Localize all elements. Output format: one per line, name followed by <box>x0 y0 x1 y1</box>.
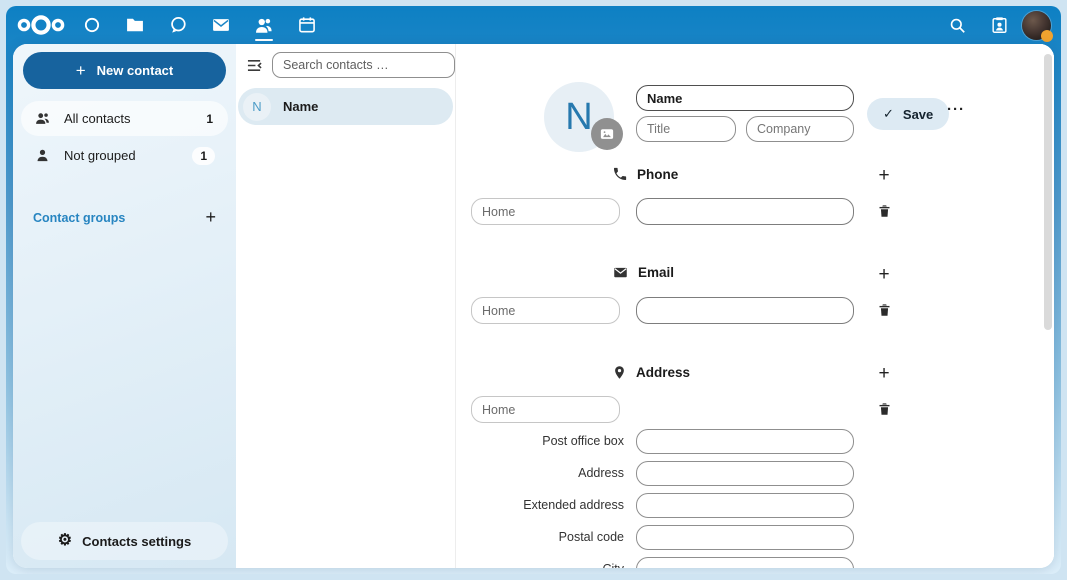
talk-bubble-icon <box>168 15 188 35</box>
address-type-select[interactable] <box>471 396 620 423</box>
contact-count-badge: 1 <box>192 147 215 165</box>
contacts-people-icon <box>253 15 274 36</box>
contacts-app-window: + New contact All contacts 1 <box>13 44 1054 568</box>
contacts-menu-icon <box>990 16 1009 35</box>
folder-icon <box>125 15 145 35</box>
address-input[interactable] <box>636 461 854 486</box>
check-icon: ✓ <box>883 106 894 122</box>
unified-search-button[interactable] <box>936 6 978 44</box>
mail-icon <box>211 15 231 35</box>
plus-icon: + <box>76 61 86 81</box>
app-icon-talk[interactable] <box>156 6 199 44</box>
top-bar-right <box>936 6 1051 44</box>
top-bar <box>6 6 1061 44</box>
add-group-button[interactable]: + <box>205 207 216 228</box>
contact-name-input[interactable] <box>636 85 854 111</box>
sidebar-item-all-contacts[interactable]: All contacts 1 <box>21 101 228 136</box>
contacts-settings-label: Contacts settings <box>82 534 191 549</box>
sidebar-item-not-grouped[interactable]: Not grouped 1 <box>21 138 228 173</box>
sidebar-item-label: Not grouped <box>64 148 136 163</box>
gear-icon: ⚙ <box>58 533 72 549</box>
more-actions-button[interactable]: ··· <box>943 96 969 122</box>
app-icon-files[interactable] <box>113 6 156 44</box>
add-address-button[interactable]: + <box>873 363 895 385</box>
postal-code-label: Postal code <box>456 530 624 544</box>
contact-name: Name <box>283 99 318 114</box>
search-icon <box>948 16 967 35</box>
active-app-indicator <box>255 39 273 42</box>
new-contact-label: New contact <box>97 63 174 78</box>
contact-count: 1 <box>206 112 215 126</box>
delete-phone-button[interactable] <box>874 201 894 221</box>
sidebar-item-label: All contacts <box>64 111 130 126</box>
calendar-icon <box>297 15 317 35</box>
save-label: Save <box>903 107 933 122</box>
scrollbar-track[interactable] <box>1041 44 1054 568</box>
contact-groups-title: Contact groups <box>33 211 205 225</box>
address-label: Address <box>456 466 624 480</box>
post-office-box-label: Post office box <box>456 434 624 448</box>
city-input[interactable] <box>636 557 854 568</box>
picture-icon <box>600 127 614 141</box>
user-status-away-icon <box>1041 30 1053 42</box>
search-contacts-input[interactable] <box>272 52 455 78</box>
email-type-select[interactable] <box>471 297 620 324</box>
app-navigation-icons <box>12 6 328 44</box>
dashboard-icon <box>82 15 102 35</box>
nextcloud-logo[interactable] <box>12 6 70 44</box>
contacts-menu-button[interactable] <box>978 6 1020 44</box>
desktop-background: + New contact All contacts 1 <box>6 6 1061 574</box>
app-icon-contacts[interactable] <box>242 6 285 44</box>
add-email-button[interactable]: + <box>873 264 895 286</box>
phone-value-input[interactable] <box>636 198 854 225</box>
save-button[interactable]: ✓ Save <box>867 98 949 130</box>
phone-icon <box>612 166 628 182</box>
map-pin-icon <box>612 364 627 381</box>
app-navigation-sidebar: + New contact All contacts 1 <box>13 44 236 568</box>
collapse-sidebar-icon <box>246 58 263 73</box>
delete-email-button[interactable] <box>874 300 894 320</box>
postal-code-input[interactable] <box>636 525 854 550</box>
app-icon-calendar[interactable] <box>285 6 328 44</box>
nextcloud-logo-icon <box>15 10 67 40</box>
new-contact-button[interactable]: + New contact <box>23 52 226 89</box>
app-icon-dashboard[interactable] <box>70 6 113 44</box>
address-section-header: Address <box>612 364 690 381</box>
trash-icon <box>877 401 892 417</box>
phone-type-select[interactable] <box>471 198 620 225</box>
collapse-sidebar-button[interactable] <box>246 55 263 75</box>
app-icon-mail[interactable] <box>199 6 242 44</box>
contact-company-input[interactable] <box>746 116 854 142</box>
contact-editor: N ✓ Save ··· Phone <box>456 44 1054 568</box>
contacts-settings-button[interactable]: ⚙ Contacts settings <box>21 522 228 560</box>
user-avatar[interactable] <box>1022 11 1051 40</box>
email-icon <box>612 265 629 280</box>
email-value-input[interactable] <box>636 297 854 324</box>
contact-list-column: N Name <box>236 44 456 568</box>
people-group-icon <box>34 110 51 127</box>
city-label: City <box>456 562 624 568</box>
phone-section-header: Phone <box>612 166 678 182</box>
address-section-label: Address <box>636 365 690 380</box>
person-icon <box>34 147 51 164</box>
email-section-header: Email <box>612 265 674 280</box>
add-phone-button[interactable]: + <box>873 165 895 187</box>
contact-list-item[interactable]: N Name <box>238 88 453 125</box>
email-section-label: Email <box>638 265 674 280</box>
post-office-box-input[interactable] <box>636 429 854 454</box>
delete-address-button[interactable] <box>874 399 894 419</box>
contact-title-input[interactable] <box>636 116 736 142</box>
scrollbar-thumb[interactable] <box>1044 54 1052 330</box>
trash-icon <box>877 302 892 318</box>
contact-avatar: N <box>243 93 271 121</box>
contact-list-header <box>238 49 453 81</box>
contact-groups-header: Contact groups + <box>21 207 228 228</box>
extended-address-input[interactable] <box>636 493 854 518</box>
upload-photo-button[interactable] <box>591 118 623 150</box>
extended-address-label: Extended address <box>456 498 624 512</box>
trash-icon <box>877 203 892 219</box>
phone-section-label: Phone <box>637 167 678 182</box>
